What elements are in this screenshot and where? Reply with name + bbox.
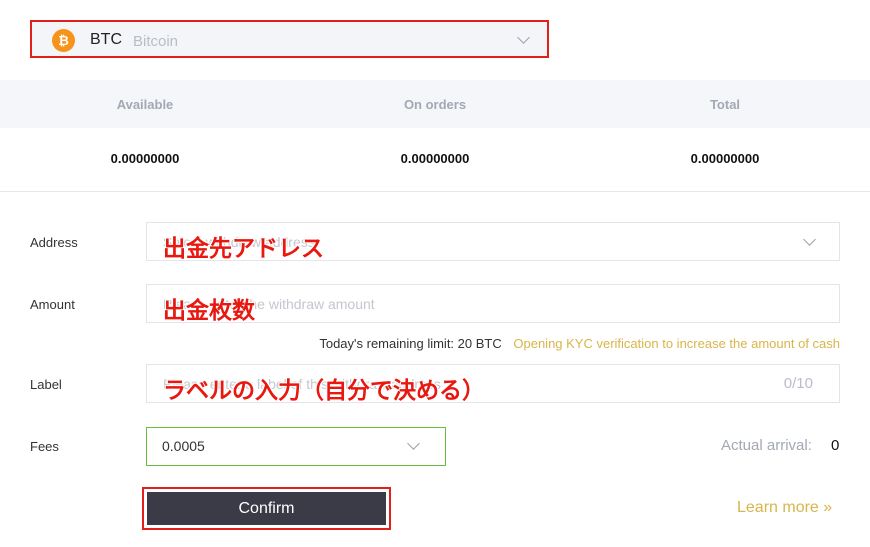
chevron-down-icon bbox=[803, 233, 816, 246]
actual-arrival-value: 0 bbox=[831, 437, 840, 454]
label-field-label: Label bbox=[30, 377, 62, 392]
coin-symbol: BTC bbox=[90, 31, 122, 48]
on-orders-value: 0.00000000 bbox=[400, 151, 470, 166]
label-annotation: ラベルの入力（自分で決める） bbox=[163, 377, 485, 403]
chevron-down-icon bbox=[517, 31, 530, 44]
remaining-limit-value: 20 BTC bbox=[457, 336, 502, 351]
fees-value: 0.0005 bbox=[162, 438, 205, 454]
coin-selector[interactable]: ₿ BTC Bitcoin bbox=[30, 20, 549, 58]
kyc-link[interactable]: Opening KYC verification to increase the… bbox=[513, 336, 840, 351]
on-orders-header: On orders bbox=[403, 97, 467, 112]
address-annotation: 出金先アドレス bbox=[163, 235, 324, 261]
available-header: Available bbox=[116, 97, 174, 112]
total-value: 0.00000000 bbox=[690, 151, 760, 166]
fees-select[interactable]: 0.0005 bbox=[146, 427, 446, 466]
amount-label: Amount bbox=[30, 297, 75, 312]
confirm-highlight: Confirm bbox=[142, 487, 391, 530]
remaining-limit-row: Today's remaining limit: 20 BTC Opening … bbox=[319, 336, 840, 351]
address-label: Address bbox=[30, 235, 78, 250]
confirm-button[interactable]: Confirm bbox=[147, 492, 386, 525]
amount-annotation: 出金枚数 bbox=[163, 297, 255, 323]
coin-name: Bitcoin bbox=[133, 33, 179, 50]
remaining-limit-label: Today's remaining limit: bbox=[319, 336, 455, 351]
learn-more-link[interactable]: Learn more » bbox=[737, 499, 832, 517]
actual-arrival-label: Actual arrival: bbox=[721, 437, 812, 454]
total-header: Total bbox=[709, 97, 741, 112]
fees-label: Fees bbox=[30, 439, 59, 454]
available-value: 0.00000000 bbox=[110, 151, 180, 166]
bitcoin-icon: ₿ bbox=[52, 29, 75, 52]
balance-header: Available On orders Total bbox=[0, 80, 870, 128]
chevron-down-icon bbox=[407, 437, 420, 450]
balance-values: 0.00000000 0.00000000 0.00000000 bbox=[0, 128, 870, 192]
label-char-counter: 0/10 bbox=[783, 375, 813, 392]
